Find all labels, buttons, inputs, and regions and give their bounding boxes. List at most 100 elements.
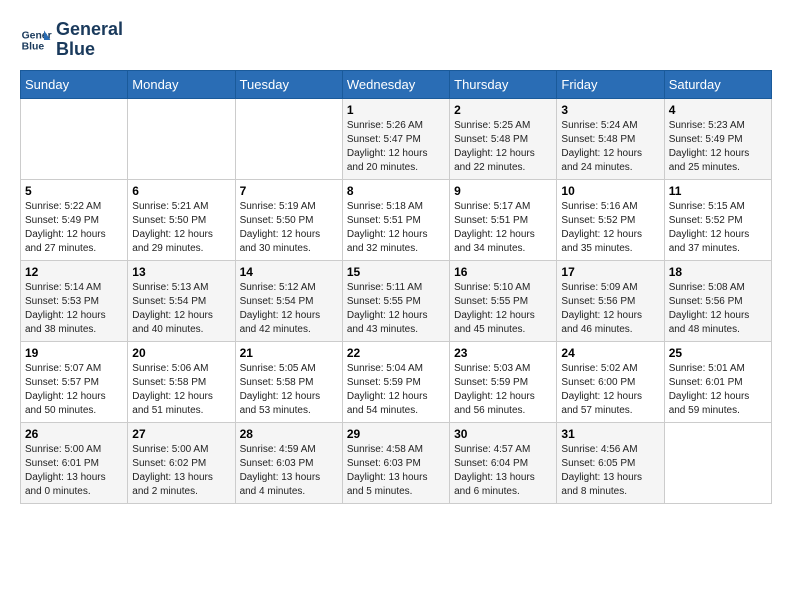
day-number: 25 <box>669 346 767 360</box>
day-info: Sunrise: 5:12 AM Sunset: 5:54 PM Dayligh… <box>240 281 338 337</box>
logo-icon: General Blue <box>20 24 52 56</box>
calendar-cell: 12Sunrise: 5:14 AM Sunset: 5:53 PM Dayli… <box>21 260 128 341</box>
day-info: Sunrise: 5:19 AM Sunset: 5:50 PM Dayligh… <box>240 200 338 256</box>
day-number: 11 <box>669 184 767 198</box>
day-number: 27 <box>132 427 230 441</box>
day-number: 2 <box>454 103 552 117</box>
day-info: Sunrise: 4:56 AM Sunset: 6:05 PM Dayligh… <box>561 443 659 499</box>
weekday-header-wednesday: Wednesday <box>342 70 449 98</box>
calendar-cell: 31 Sunrise: 4:56 AM Sunset: 6:05 PM Dayli… <box>557 422 664 503</box>
day-number: 13 <box>132 265 230 279</box>
calendar-cell: 5 Sunrise: 5:22 AM Sunset: 5:49 PM Daylig… <box>21 179 128 260</box>
day-info: Sunrise: 4:58 AM Sunset: 6:03 PM Dayligh… <box>347 443 445 499</box>
weekday-header-tuesday: Tuesday <box>235 70 342 98</box>
calendar-cell: 18Sunrise: 5:08 AM Sunset: 5:56 PM Dayli… <box>664 260 771 341</box>
calendar-cell: 8 Sunrise: 5:18 AM Sunset: 5:51 PM Daylig… <box>342 179 449 260</box>
header: General Blue General Blue <box>20 20 772 60</box>
day-info: Sunrise: 4:59 AM Sunset: 6:03 PM Dayligh… <box>240 443 338 499</box>
calendar-cell: 23 Sunrise: 5:03 AM Sunset: 5:59 PM Dayli… <box>450 341 557 422</box>
day-number: 15 <box>347 265 445 279</box>
calendar-cell <box>128 98 235 179</box>
calendar-cell: 28 Sunrise: 4:59 AM Sunset: 6:03 PM Dayli… <box>235 422 342 503</box>
calendar-cell <box>664 422 771 503</box>
day-number: 21 <box>240 346 338 360</box>
day-number: 7 <box>240 184 338 198</box>
day-info: Sunrise: 5:00 AM Sunset: 6:02 PM Dayligh… <box>132 443 230 499</box>
day-info: Sunrise: 5:10 AM Sunset: 5:55 PM Dayligh… <box>454 281 552 337</box>
day-number: 23 <box>454 346 552 360</box>
calendar-cell: 26 Sunrise: 5:00 AM Sunset: 6:01 PM Dayli… <box>21 422 128 503</box>
day-number: 1 <box>347 103 445 117</box>
day-number: 18 <box>669 265 767 279</box>
calendar-cell: 29 Sunrise: 4:58 AM Sunset: 6:03 PM Dayli… <box>342 422 449 503</box>
calendar-cell: 6 Sunrise: 5:21 AM Sunset: 5:50 PM Daylig… <box>128 179 235 260</box>
day-number: 30 <box>454 427 552 441</box>
calendar-cell: 2 Sunrise: 5:25 AM Sunset: 5:48 PM Daylig… <box>450 98 557 179</box>
day-number: 3 <box>561 103 659 117</box>
calendar-cell: 15 Sunrise: 5:11 AM Sunset: 5:55 PM Dayli… <box>342 260 449 341</box>
weekday-header-sunday: Sunday <box>21 70 128 98</box>
day-number: 29 <box>347 427 445 441</box>
day-number: 8 <box>347 184 445 198</box>
day-number: 24 <box>561 346 659 360</box>
calendar-cell: 9 Sunrise: 5:17 AM Sunset: 5:51 PM Daylig… <box>450 179 557 260</box>
day-info: Sunrise: 5:04 AM Sunset: 5:59 PM Dayligh… <box>347 362 445 418</box>
day-number: 5 <box>25 184 123 198</box>
day-info: Sunrise: 5:00 AM Sunset: 6:01 PM Dayligh… <box>25 443 123 499</box>
day-info: Sunrise: 5:02 AM Sunset: 6:00 PM Dayligh… <box>561 362 659 418</box>
day-info: Sunrise: 5:26 AM Sunset: 5:47 PM Dayligh… <box>347 119 445 175</box>
day-info: Sunrise: 5:17 AM Sunset: 5:51 PM Dayligh… <box>454 200 552 256</box>
day-number: 17 <box>561 265 659 279</box>
calendar-cell: 7 Sunrise: 5:19 AM Sunset: 5:50 PM Daylig… <box>235 179 342 260</box>
calendar-cell: 21Sunrise: 5:05 AM Sunset: 5:58 PM Dayli… <box>235 341 342 422</box>
weekday-header-friday: Friday <box>557 70 664 98</box>
calendar-cell: 19 Sunrise: 5:07 AM Sunset: 5:57 PM Dayli… <box>21 341 128 422</box>
day-info: Sunrise: 5:24 AM Sunset: 5:48 PM Dayligh… <box>561 119 659 175</box>
day-info: Sunrise: 5:16 AM Sunset: 5:52 PM Dayligh… <box>561 200 659 256</box>
weekday-header-thursday: Thursday <box>450 70 557 98</box>
day-info: Sunrise: 5:18 AM Sunset: 5:51 PM Dayligh… <box>347 200 445 256</box>
day-number: 4 <box>669 103 767 117</box>
day-info: Sunrise: 5:07 AM Sunset: 5:57 PM Dayligh… <box>25 362 123 418</box>
day-number: 26 <box>25 427 123 441</box>
day-info: Sunrise: 5:21 AM Sunset: 5:50 PM Dayligh… <box>132 200 230 256</box>
weekday-header-monday: Monday <box>128 70 235 98</box>
day-info: Sunrise: 5:03 AM Sunset: 5:59 PM Dayligh… <box>454 362 552 418</box>
day-number: 19 <box>25 346 123 360</box>
calendar-cell: 16 Sunrise: 5:10 AM Sunset: 5:55 PM Dayli… <box>450 260 557 341</box>
day-number: 6 <box>132 184 230 198</box>
day-number: 31 <box>561 427 659 441</box>
calendar-cell: 1 Sunrise: 5:26 AM Sunset: 5:47 PM Daylig… <box>342 98 449 179</box>
day-info: Sunrise: 5:23 AM Sunset: 5:49 PM Dayligh… <box>669 119 767 175</box>
day-info: Sunrise: 5:14 AM Sunset: 5:53 PM Dayligh… <box>25 281 123 337</box>
day-info: Sunrise: 5:13 AM Sunset: 5:54 PM Dayligh… <box>132 281 230 337</box>
day-info: Sunrise: 5:01 AM Sunset: 6:01 PM Dayligh… <box>669 362 767 418</box>
calendar-table: SundayMondayTuesdayWednesdayThursdayFrid… <box>20 70 772 504</box>
logo: General Blue General Blue <box>20 20 123 60</box>
day-info: Sunrise: 4:57 AM Sunset: 6:04 PM Dayligh… <box>454 443 552 499</box>
day-info: Sunrise: 5:15 AM Sunset: 5:52 PM Dayligh… <box>669 200 767 256</box>
day-number: 20 <box>132 346 230 360</box>
calendar-cell: 20 Sunrise: 5:06 AM Sunset: 5:58 PM Dayli… <box>128 341 235 422</box>
day-info: Sunrise: 5:22 AM Sunset: 5:49 PM Dayligh… <box>25 200 123 256</box>
calendar-cell: 14Sunrise: 5:12 AM Sunset: 5:54 PM Dayli… <box>235 260 342 341</box>
svg-text:Blue: Blue <box>22 41 45 52</box>
calendar-cell: 25 Sunrise: 5:01 AM Sunset: 6:01 PM Dayli… <box>664 341 771 422</box>
day-info: Sunrise: 5:09 AM Sunset: 5:56 PM Dayligh… <box>561 281 659 337</box>
day-number: 22 <box>347 346 445 360</box>
day-number: 28 <box>240 427 338 441</box>
calendar-cell: 10Sunrise: 5:16 AM Sunset: 5:52 PM Dayli… <box>557 179 664 260</box>
day-number: 16 <box>454 265 552 279</box>
calendar-week-row: 12Sunrise: 5:14 AM Sunset: 5:53 PM Dayli… <box>21 260 772 341</box>
day-info: Sunrise: 5:25 AM Sunset: 5:48 PM Dayligh… <box>454 119 552 175</box>
logo-text: General Blue <box>56 20 123 60</box>
day-number: 9 <box>454 184 552 198</box>
calendar-week-row: 26 Sunrise: 5:00 AM Sunset: 6:01 PM Dayli… <box>21 422 772 503</box>
calendar-week-row: 19 Sunrise: 5:07 AM Sunset: 5:57 PM Dayli… <box>21 341 772 422</box>
weekday-header-saturday: Saturday <box>664 70 771 98</box>
day-info: Sunrise: 5:06 AM Sunset: 5:58 PM Dayligh… <box>132 362 230 418</box>
day-info: Sunrise: 5:11 AM Sunset: 5:55 PM Dayligh… <box>347 281 445 337</box>
calendar-cell: 11 Sunrise: 5:15 AM Sunset: 5:52 PM Dayli… <box>664 179 771 260</box>
calendar-cell: 3 Sunrise: 5:24 AM Sunset: 5:48 PM Daylig… <box>557 98 664 179</box>
calendar-cell: 24 Sunrise: 5:02 AM Sunset: 6:00 PM Dayli… <box>557 341 664 422</box>
